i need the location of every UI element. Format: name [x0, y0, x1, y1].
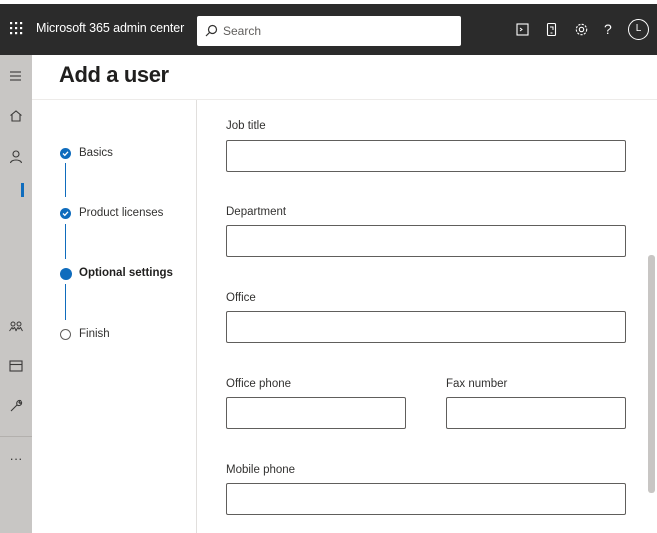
avatar[interactable]: L [628, 19, 649, 40]
setup-wrench-icon[interactable] [8, 398, 24, 414]
wizard-steps-panel [32, 100, 196, 533]
teams-groups-icon[interactable] [8, 319, 24, 335]
mobile-phone-input[interactable] [226, 483, 626, 515]
office-input[interactable] [226, 311, 626, 343]
app-launcher-icon[interactable] [6, 18, 26, 38]
step-connector [65, 284, 66, 320]
search-icon [205, 24, 218, 37]
hamburger-menu-icon[interactable] [8, 68, 24, 84]
scrollbar-thumb[interactable] [648, 255, 655, 493]
nav-active-indicator [21, 183, 24, 197]
home-icon[interactable] [8, 108, 24, 124]
app-title[interactable]: Microsoft 365 admin center [36, 21, 184, 35]
fax-number-input[interactable] [446, 397, 626, 429]
users-icon[interactable] [8, 149, 24, 165]
settings-icon[interactable] [574, 22, 590, 38]
left-nav-rail: ··· [0, 55, 32, 533]
mobile-phone-label: Mobile phone [226, 464, 296, 476]
search-box[interactable] [197, 16, 461, 46]
checkmark-icon [60, 208, 71, 219]
job-title-label: Job title [226, 120, 266, 132]
mobile-app-icon[interactable] [544, 22, 560, 38]
step-label: Optional settings [79, 267, 173, 279]
office-phone-input[interactable] [226, 397, 406, 429]
terminal-icon[interactable] [515, 22, 531, 38]
search-input[interactable] [223, 21, 453, 41]
wizard-divider [196, 100, 197, 533]
help-icon[interactable]: ? [604, 22, 620, 38]
pending-step-icon [60, 329, 71, 340]
more-ellipsis-icon[interactable]: ··· [8, 452, 24, 469]
fax-number-label: Fax number [446, 378, 508, 390]
job-title-input[interactable] [226, 140, 626, 172]
department-label: Department [226, 206, 287, 218]
checkmark-icon [60, 148, 71, 159]
department-input[interactable] [226, 225, 626, 257]
top-bar: Microsoft 365 admin center ? L [0, 0, 657, 55]
step-label: Finish [79, 328, 110, 340]
step-connector [65, 163, 66, 197]
step-connector [65, 224, 66, 259]
office-phone-label: Office phone [226, 378, 292, 390]
step-label: Basics [79, 147, 113, 159]
office-label: Office [226, 292, 256, 304]
nav-divider [0, 436, 32, 437]
billing-icon[interactable] [8, 358, 24, 374]
page-title: Add a user [59, 62, 169, 87]
step-label: Product licenses [79, 207, 164, 219]
current-step-icon [59, 267, 72, 280]
